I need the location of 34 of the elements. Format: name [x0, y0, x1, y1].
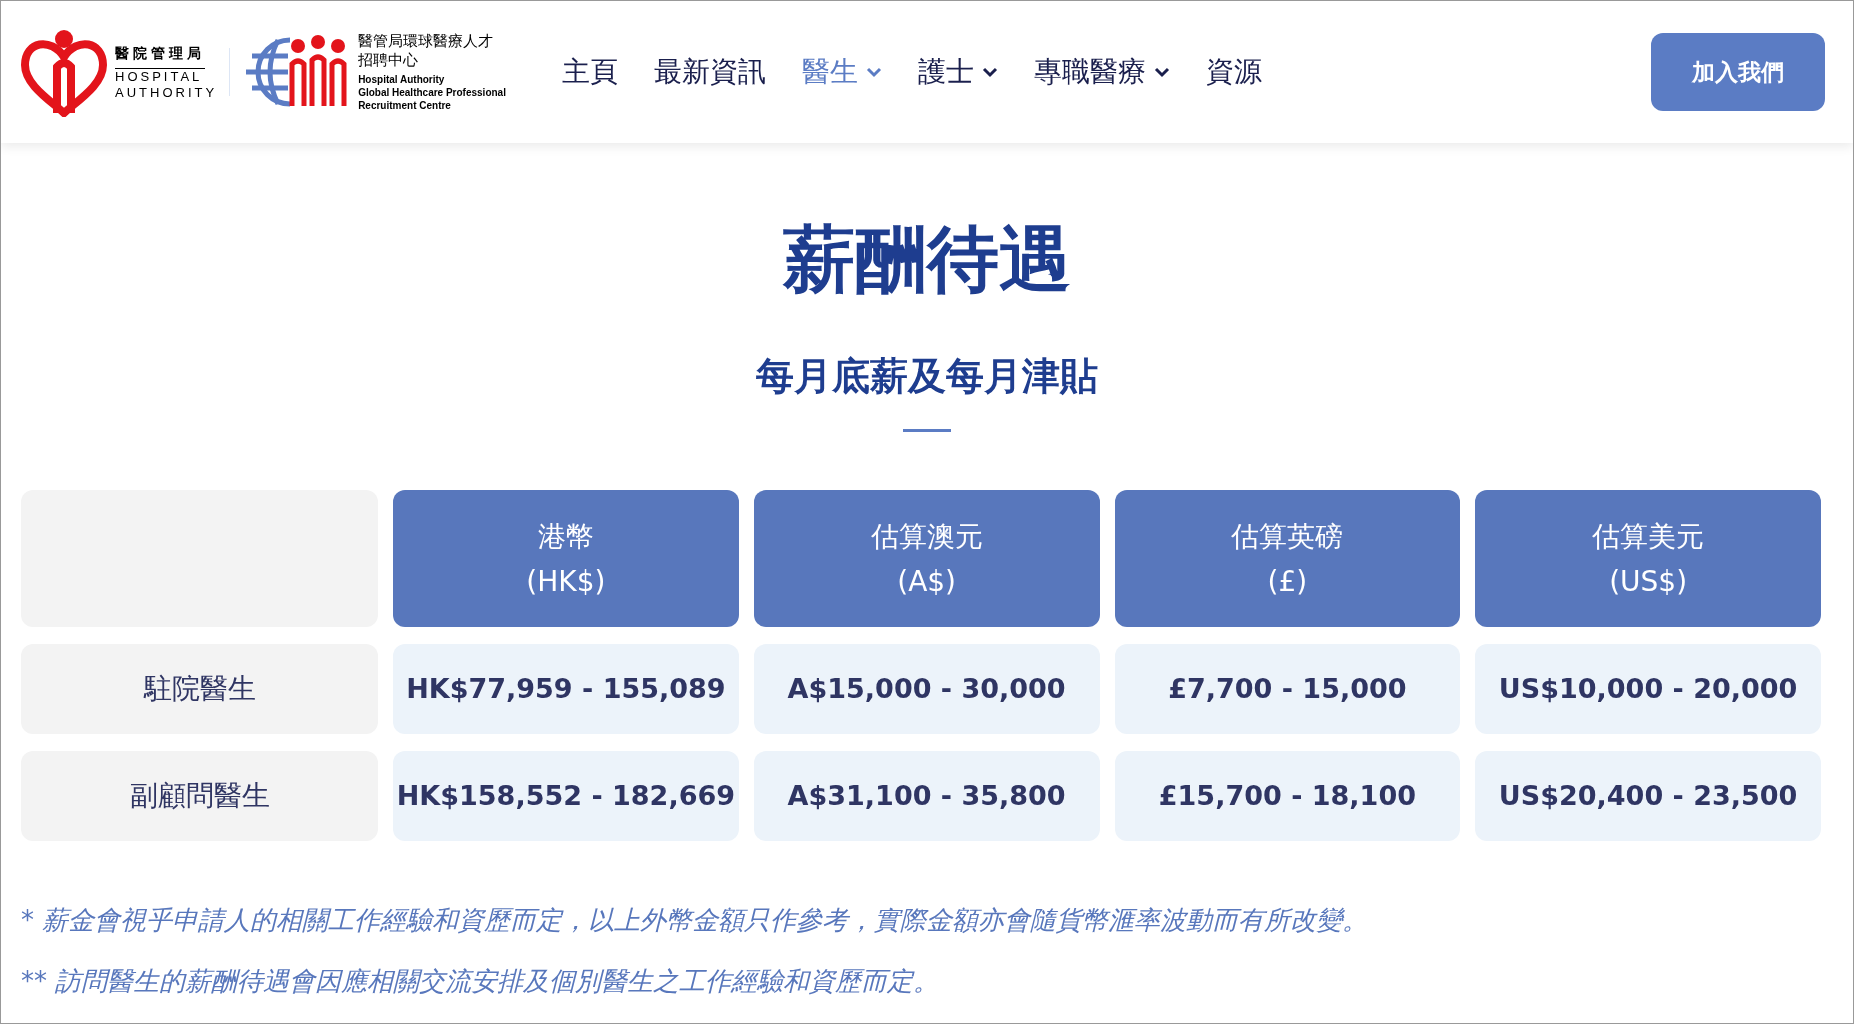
heart-logo-icon — [21, 27, 107, 117]
logo-chinese-name: 醫院管理局 — [115, 42, 205, 69]
nav-link[interactable]: 主頁 — [561, 51, 618, 93]
currency-header-cell: 港幣 (HK$) — [393, 490, 739, 627]
nav-link[interactable]: 護士 — [917, 51, 998, 93]
currency-header-cell: 估算澳元 (A$) — [753, 490, 1100, 627]
salary-cell: HK$77,959 - 155,089 — [393, 644, 739, 734]
currency-header-cell: 估算美元 (US$) — [1475, 490, 1821, 627]
salary-cell: £15,700 - 18,100 — [1114, 751, 1461, 841]
salary-cell: US$10,000 - 20,000 — [1475, 644, 1821, 734]
nav-link[interactable]: 醫生 — [801, 51, 882, 93]
logo-english-name: Recruitment Centre — [358, 99, 452, 113]
page-title: 薪酬待遇 — [783, 223, 1071, 295]
salary-cell: A$15,000 - 30,000 — [753, 644, 1100, 734]
logo-chinese-name: 醫管局環球醫療人才 — [358, 31, 495, 51]
footnote: * 薪金會視乎申請人的相關工作經驗和資歷而定，以上外幣金額只作參考，實際金額亦會隨貨幣滙率波動而有所改變。 — [21, 904, 1370, 937]
logo-english-name: AUTHORITY — [115, 85, 218, 102]
salary-cell: HK$158,552 - 182,669 — [393, 751, 739, 841]
row-label-cell: 駐院醫生 — [21, 644, 378, 734]
currency-header-cell: 估算英磅 (£) — [1114, 490, 1461, 627]
nav-link[interactable]: 專職醫療 — [1033, 51, 1170, 93]
salary-cell: £7,700 - 15,000 — [1114, 644, 1461, 734]
nav-link[interactable]: 最新資訊 — [653, 51, 766, 93]
salary-cell: US$20,400 - 23,500 — [1475, 751, 1821, 841]
logo-english-name: Hospital Authority — [358, 73, 446, 87]
logo-chinese-name: 招聘中心 — [358, 50, 420, 70]
section-subtitle: 每月底薪及每月津貼 — [756, 357, 1098, 395]
join-us-button[interactable]: 加入我們 — [1651, 33, 1825, 111]
salary-cell: A$31,100 - 35,800 — [753, 751, 1100, 841]
footnote: ** 訪問醫生的薪酬待遇會因應相關交流安排及個別醫生之工作經驗和資歷而定。 — [21, 965, 941, 998]
logo-english-name: HOSPITAL — [115, 68, 203, 85]
row-label-cell: 副顧問醫生 — [21, 751, 378, 841]
logo-english-name: Global Healthcare Professional — [358, 86, 506, 100]
nav-link[interactable]: 資源 — [1205, 51, 1262, 93]
